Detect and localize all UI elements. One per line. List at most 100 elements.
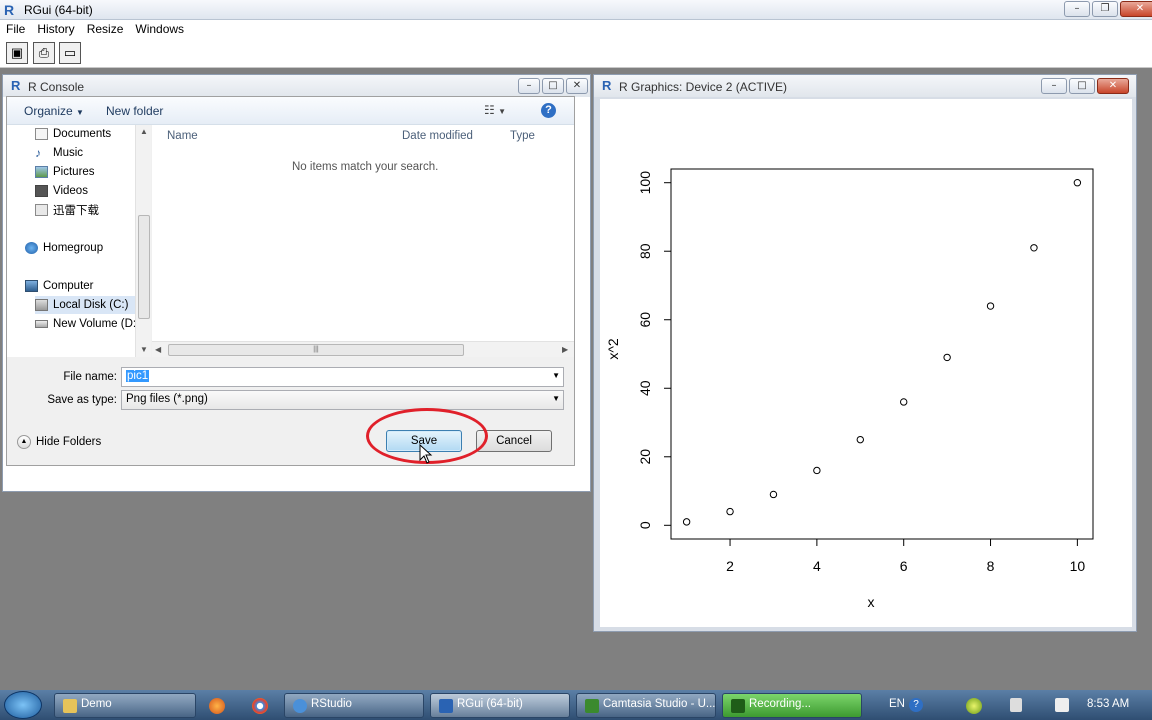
rstudio-icon [293,699,307,713]
videos-icon [35,185,48,197]
organize-button[interactable]: Organize ▼ [24,104,84,118]
y-tick-label: 0 [637,521,653,529]
taskbar-item-label: Demo [81,698,112,710]
firefox-icon[interactable] [209,698,225,714]
graphics-title-bar[interactable]: R R Graphics: Device 2 (ACTIVE) – □ ✕ [594,75,1136,97]
chevron-down-icon[interactable]: ▼ [552,394,560,403]
print-icon[interactable]: ⎙ [33,42,55,64]
close-button[interactable]: ✕ [1097,78,1129,94]
y-tick-label: 100 [637,171,653,195]
nav-item-pictures[interactable]: Pictures [35,163,95,181]
scroll-thumb[interactable] [138,215,150,319]
minimize-button[interactable]: – [1041,78,1067,94]
column-header-date[interactable]: Date modified [402,130,473,142]
minimize-button[interactable]: – [518,78,540,94]
homegroup-icon [25,242,38,254]
data-point [1073,179,1082,187]
maximize-button[interactable]: □ [542,78,564,94]
save-as-type-value: Png files (*.png) [126,393,208,405]
nav-item-new-volume[interactable]: New Volume (D:) [35,315,140,333]
r-icon [439,699,453,713]
taskbar-item-rstudio[interactable]: RStudio [284,693,424,718]
network-icon[interactable] [1010,698,1022,712]
help-icon[interactable]: ? [541,103,556,118]
menu-windows[interactable]: Windows [129,20,190,38]
nav-scrollbar[interactable]: ▲ ▼ [135,125,151,357]
dialog-toolbar: Organize ▼ New folder ☷ ▼ ? [7,97,574,125]
nav-item-computer[interactable]: Computer [25,277,94,295]
nav-item-documents[interactable]: Documents [35,125,111,143]
r-logo-icon: R [11,78,21,93]
nav-item-downloads[interactable]: 迅雷下载 [35,201,99,219]
taskbar-item-camtasia[interactable]: Camtasia Studio - U... [576,693,716,718]
data-point [900,398,908,406]
tray-app-icon[interactable] [966,698,982,714]
graphics-title: R Graphics: Device 2 (ACTIVE) [619,80,788,94]
language-indicator[interactable]: EN [889,698,905,710]
disk-icon [35,299,48,311]
copy-icon[interactable]: ▣ [6,42,28,64]
clock[interactable]: 8:53 AM [1087,698,1129,710]
hide-folders-button[interactable]: ▲ Hide Folders [17,435,101,449]
close-button[interactable]: ✕ [1120,1,1152,17]
nav-item-label: 迅雷下载 [53,205,99,217]
taskbar: Demo RStudio RGui (64-bit) Camtasia Stud… [0,690,1152,720]
data-point [986,302,995,310]
chevron-up-icon: ▲ [17,435,31,449]
menu-file[interactable]: File [0,20,31,38]
view-options-icon[interactable]: ☷ ▼ [484,103,506,117]
taskbar-item-demo[interactable]: Demo [54,693,196,718]
scroll-right-icon[interactable]: ▶ [562,345,568,354]
x-tick-label: 10 [1070,558,1086,574]
scroll-up-icon[interactable]: ▲ [140,127,148,136]
file-name-value: pic1 [126,370,150,382]
rgui-title-bar[interactable]: R RGui (64-bit) – ❐ ✕ [0,0,1152,20]
r-logo-icon: R [4,2,15,18]
minimize-button[interactable]: – [1064,1,1090,17]
save-as-type-select[interactable]: Png files (*.png) ▼ [121,390,564,410]
column-header-name[interactable]: Name [167,130,198,142]
documents-icon [35,128,48,140]
pictures-icon [35,166,48,178]
y-tick-label: 80 [637,243,653,259]
console-title-bar[interactable]: R R Console – □ ✕ [3,75,590,97]
close-button[interactable]: ✕ [566,78,588,94]
window-icon[interactable]: ▭ [59,42,81,64]
scroll-thumb[interactable]: ||| [168,344,464,356]
maximize-button[interactable]: □ [1069,78,1095,94]
navigation-pane: Documents ♪ Music Pictures Videos 迅雷下载 H… [7,125,151,357]
file-name-input[interactable]: pic1 ▼ [121,367,564,387]
taskbar-item-recording[interactable]: Recording... [722,693,862,718]
taskbar-item-rgui[interactable]: RGui (64-bit) [430,693,570,718]
file-hscrollbar[interactable]: ◀ ||| ▶ [152,341,574,357]
music-icon: ♪ [35,146,41,160]
taskbar-item-label: RGui (64-bit) [457,698,523,710]
chevron-down-icon[interactable]: ▼ [552,371,560,380]
rgui-menu-bar: File History Resize Windows [0,20,1152,38]
scroll-left-icon[interactable]: ◀ [155,345,161,354]
restore-button[interactable]: ❐ [1092,1,1118,17]
organize-label: Organize [24,104,73,118]
r-logo-icon: R [602,78,612,93]
file-list-pane: Name Date modified Type No items match y… [152,125,574,357]
new-folder-button[interactable]: New folder [106,104,163,118]
nav-item-local-disk[interactable]: Local Disk (C:) [35,296,151,314]
volume-icon[interactable] [1055,698,1069,712]
menu-history[interactable]: History [31,20,80,38]
start-button[interactable] [4,691,42,719]
nav-item-music[interactable]: ♪ Music [35,144,83,162]
nav-item-videos[interactable]: Videos [35,182,88,200]
nav-item-label: Pictures [53,166,95,178]
scatter-plot: 2 4 6 8 10020406080100xx^2 [605,168,1094,610]
menu-resize[interactable]: Resize [81,20,130,38]
chrome-icon[interactable] [252,698,268,714]
nav-item-homegroup[interactable]: Homegroup [25,239,103,257]
nav-item-label: Videos [53,185,88,197]
hide-folders-label: Hide Folders [36,436,102,448]
folder-icon [35,204,48,216]
column-header-type[interactable]: Type [510,130,535,142]
scroll-down-icon[interactable]: ▼ [140,345,148,354]
help-icon[interactable]: ? [909,698,923,712]
camtasia-icon [585,699,599,713]
folder-icon [63,699,77,713]
